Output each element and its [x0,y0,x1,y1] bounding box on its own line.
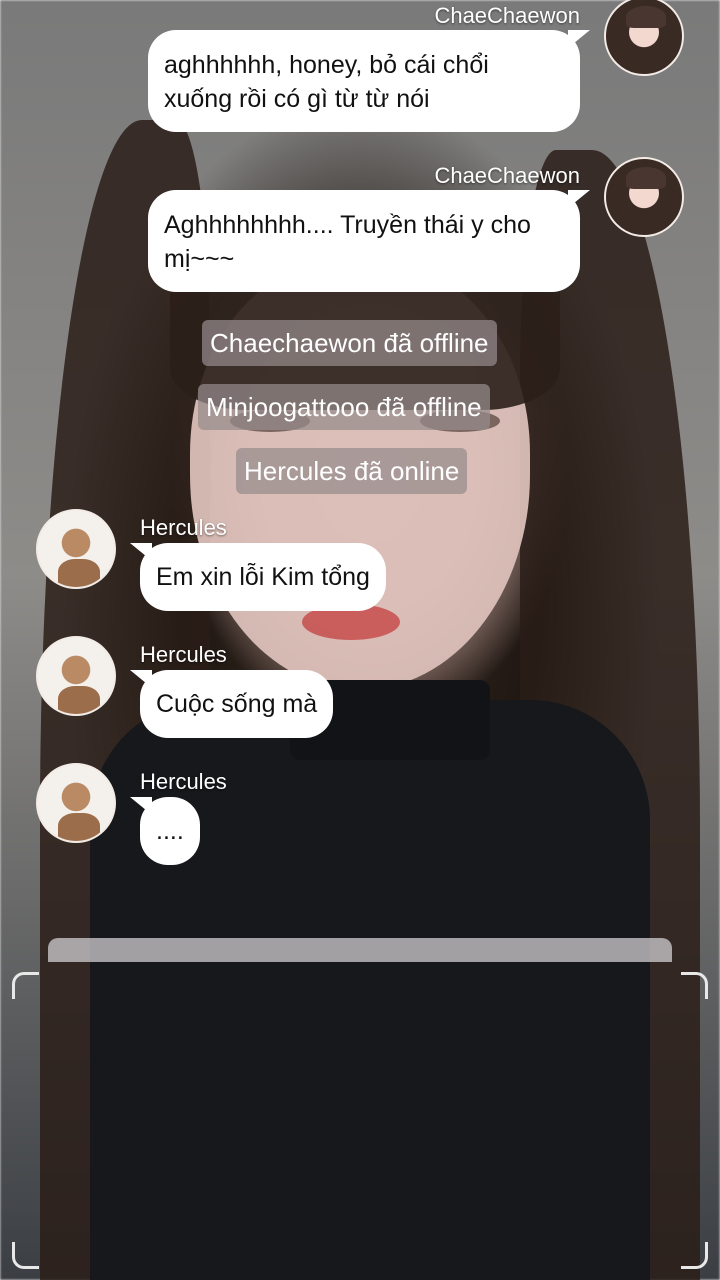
frame-corner-icon [12,972,39,999]
system-notice: Minjoogattooo đã offline [198,384,490,430]
frame-corner-icon [681,972,708,999]
avatar[interactable] [36,763,116,843]
message-bubble[interactable]: Em xin lỗi Kim tổng [130,543,386,611]
message-text: Em xin lỗi Kim tổng [156,563,370,591]
avatar[interactable] [36,636,116,716]
message-text: Cuộc sống mà [156,690,318,718]
message-text-line: Aghhhhhhhh.... Truyền thái y cho [164,211,531,239]
sender-name: ChaeChaewon [434,3,580,28]
message-bubble[interactable]: Cuộc sống mà [129,670,334,738]
message-bubble[interactable]: .... [130,797,200,865]
frame-corner-icon [12,1242,39,1269]
sender-name: Hercules [140,642,227,667]
message-bubble[interactable]: Aghhhhhhhh.... Truyền thái y cho mị~~~ [148,190,590,292]
message-text: .... [156,817,184,845]
avatar[interactable] [36,509,116,589]
message-text-line: mị~~~ [164,245,235,273]
sender-name: ChaeChaewon [434,163,580,188]
message-bubble[interactable]: aghhhhhh, honey, bỏ cái chổi xuống rồi c… [148,30,590,132]
frame-corner-icon [681,1242,708,1269]
panel-edge [48,938,672,962]
system-notice: Chaechaewon đã offline [202,320,497,366]
avatar[interactable] [604,157,684,237]
system-notice: Hercules đã online [236,448,468,494]
message-text-line: xuống rồi có gì từ từ nói [164,85,430,113]
message-text-line: aghhhhhh, honey, bỏ cái chổi [164,51,489,79]
sender-name: Hercules [140,769,227,794]
sender-name: Hercules [140,515,227,540]
